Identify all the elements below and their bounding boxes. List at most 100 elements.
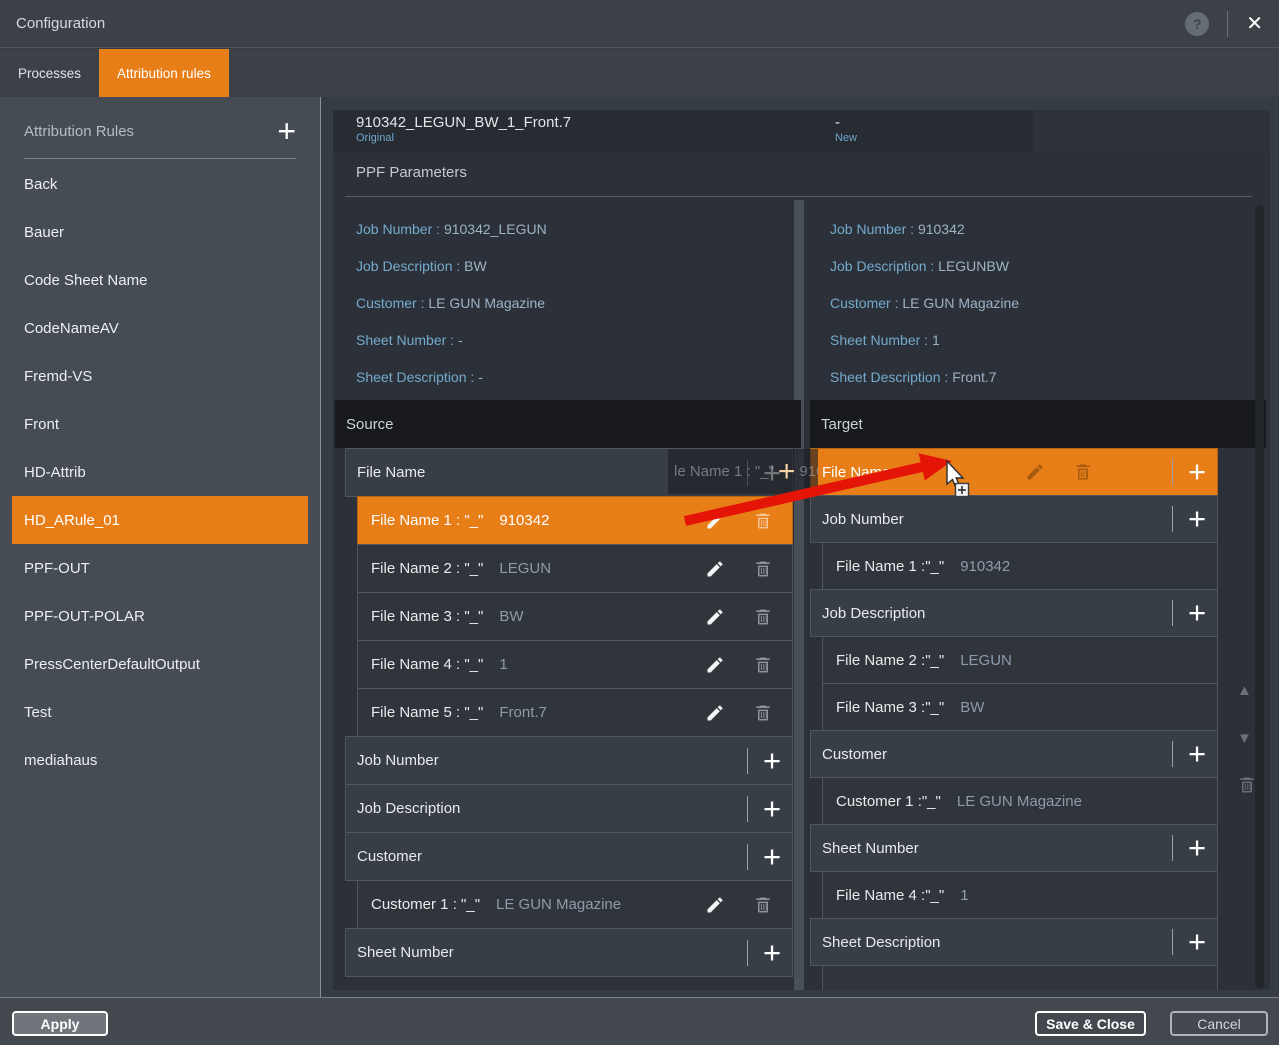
drag-ghost: le Name 1 : "_" + 910342 [668,449,818,494]
edit-pencil-icon[interactable] [704,510,726,532]
target-value-row-partial[interactable] [822,965,1218,990]
add-icon[interactable]: + [760,845,784,869]
cancel-button[interactable]: Cancel [1170,1011,1268,1036]
tab-processes[interactable]: Processes [0,49,99,97]
source-group-row-sheet-number[interactable]: Sheet Number+ [345,928,793,977]
sidebar-item-bauer[interactable]: Bauer [0,208,321,256]
edit-pencil-icon[interactable] [704,606,726,628]
source-value-row-file-name-4[interactable]: File Name 4 : "_" 1 [357,640,793,689]
target-value-row-customer-1[interactable]: Customer 1 :"_"LE GUN Magazine [822,777,1218,825]
source-value-row-file-name-1[interactable]: File Name 1 : "_"910342 [357,496,793,545]
sidebar-item-ppf-out-polar[interactable]: PPF-OUT-POLAR [0,592,321,640]
target-group-row-file-name[interactable]: File Name+ [810,448,1218,496]
sidebar-item-presscenterdefaultoutput[interactable]: PressCenterDefaultOutput [0,640,321,688]
sidebar-item-test[interactable]: Test [0,688,321,736]
window-title: Configuration [0,15,105,32]
scroll-up-icon[interactable]: ▲ [1237,682,1252,699]
sidebar-item-ppf-out[interactable]: PPF-OUT [0,544,321,592]
delete-trash-icon[interactable] [752,558,774,580]
edit-pencil-icon[interactable] [704,654,726,676]
source-header: Source [335,400,801,448]
add-icon[interactable]: + [760,797,784,821]
edit-pencil-icon[interactable] [1024,461,1046,483]
new-param-value: Front.7 [952,369,996,385]
help-icon[interactable]: ? [1185,12,1209,36]
delete-trash-icon[interactable] [752,702,774,724]
edit-pencil-icon[interactable] [704,894,726,916]
add-icon[interactable]: + [1185,460,1209,484]
source-value-row-customer-1[interactable]: Customer 1 : "_"LE GUN Magazine [357,880,793,929]
target-group-row-sheet-number[interactable]: Sheet Number+ [810,824,1218,872]
target-value-row-file-name-3[interactable]: File Name 3 :"_"BW [822,683,1218,731]
sidebar-item-codenameav[interactable]: CodeNameAV [0,304,321,352]
source-value-row-file-name-3[interactable]: File Name 3 : "_"BW [357,592,793,641]
close-icon[interactable]: ✕ [1246,11,1263,36]
row-label: Job Number [346,752,439,769]
original-params-list: Job Number : 910342_LEGUNJob Description… [356,210,547,395]
target-value-row-file-name-4[interactable]: File Name 4 :"_"1 [822,871,1218,919]
source-group-row-job-description[interactable]: Job Description + [345,784,793,833]
edit-pencil-icon[interactable] [704,702,726,724]
ppf-parameters-title: PPF Parameters [356,164,467,181]
target-rows: File Name+Job Number+File Name 1 :"_"910… [810,448,1218,990]
source-group-row-job-number[interactable]: Job Number + [345,736,793,785]
apply-button[interactable]: Apply [12,1011,108,1036]
tab-attribution-rules[interactable]: Attribution rules [99,49,229,97]
add-icon[interactable]: + [1185,742,1209,766]
add-icon[interactable]: + [1185,507,1209,531]
delete-trash-icon[interactable] [752,606,774,628]
target-group-row-job-description[interactable]: Job Description+ [810,589,1218,637]
save-close-button[interactable]: Save & Close [1035,1011,1146,1036]
delete-trash-icon[interactable] [1072,461,1094,483]
target-value-row-file-name-2[interactable]: File Name 2 :"_"LEGUN [822,636,1218,684]
source-group-row-customer[interactable]: Customer+ [345,832,793,881]
source-value-row-file-name-2[interactable]: File Name 2 : "_"LEGUN [357,544,793,593]
sidebar-divider [24,158,296,159]
target-group-row-job-number[interactable]: Job Number+ [810,495,1218,543]
new-param-label: Sheet Number [830,332,920,348]
original-param-label: Customer [356,295,417,311]
original-param-label: Job Number [356,221,432,237]
sidebar-list: BackBauerCode Sheet NameCodeNameAVFremd-… [0,160,321,784]
target-value-row-file-name-1[interactable]: File Name 1 :"_"910342 [822,542,1218,590]
row-label: Customer 1 : "_" [358,896,480,913]
scroll-down-icon[interactable]: ▼ [1237,730,1252,747]
sidebar-item-hd-arule-01[interactable]: HD_ARule_01 [12,496,308,544]
sidebar-item-fremd-vs[interactable]: Fremd-VS [0,352,321,400]
add-rule-icon[interactable]: + [277,119,296,143]
section-divider [345,196,1252,197]
original-label: Original [356,132,571,144]
row-label: File Name 2 : "_" [358,560,483,577]
drop-delete-icon[interactable] [1237,774,1257,800]
new-file-name: - [835,114,857,131]
sidebar-item-hd-attrib[interactable]: HD-Attrib [0,448,321,496]
target-group-row-sheet-description[interactable]: Sheet Description+ [810,918,1218,966]
add-icon[interactable]: + [760,749,784,773]
original-param-sheet-number: Sheet Number : - [356,321,547,358]
add-icon[interactable]: + [1185,601,1209,625]
sidebar-title: Attribution Rules [24,123,277,140]
delete-trash-icon[interactable] [752,510,774,532]
configuration-dialog: Configuration ? ✕ Processes Attribution … [0,0,1279,1045]
add-icon[interactable]: + [760,941,784,965]
sidebar-item-mediahaus[interactable]: mediahaus [0,736,321,784]
original-param-sheet-description: Sheet Description : - [356,358,547,395]
new-param-customer: Customer : LE GUN Magazine [830,284,1019,321]
sidebar-item-back[interactable]: Back [0,160,321,208]
add-icon[interactable]: + [1185,930,1209,954]
delete-trash-icon[interactable] [752,894,774,916]
sidebar-item-front[interactable]: Front [0,400,321,448]
row-label: File Name 4 : "_" [358,656,483,673]
sidebar-item-code-sheet-name[interactable]: Code Sheet Name [0,256,321,304]
attribution-rules-sidebar: Attribution Rules + BackBauerCode Sheet … [0,97,321,997]
add-icon[interactable]: + [1185,836,1209,860]
delete-trash-icon[interactable] [752,654,774,676]
row-value: 1 [499,656,507,673]
row-label: File Name 2 :"_" [823,652,944,669]
source-value-row-file-name-5[interactable]: File Name 5 : "_"Front.7 [357,688,793,737]
edit-pencil-icon[interactable] [704,558,726,580]
target-group-row-customer[interactable]: Customer+ [810,730,1218,778]
vertical-scrollbar[interactable] [1255,205,1264,988]
row-label: File Name 1 :"_" [823,558,944,575]
row-label: Job Description [346,800,460,817]
